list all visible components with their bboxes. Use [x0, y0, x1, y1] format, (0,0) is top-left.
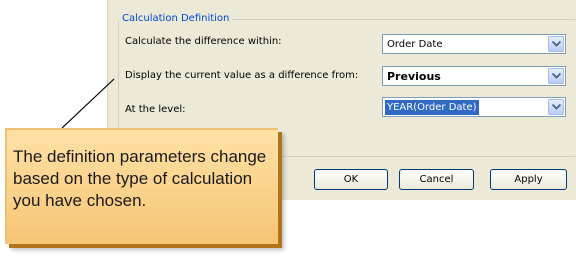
- callout-text: The definition parameters change based o…: [13, 147, 267, 210]
